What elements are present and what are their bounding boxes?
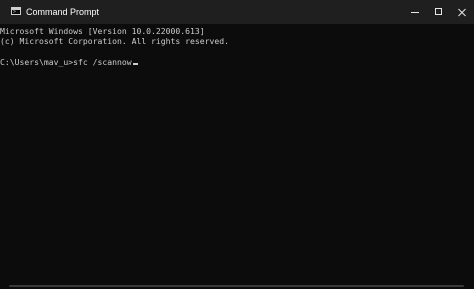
command-text: sfc /scannow xyxy=(73,57,132,67)
horizontal-scrollbar[interactable] xyxy=(9,285,464,287)
console-line-copyright: (c) Microsoft Corporation. All rights re… xyxy=(0,36,230,46)
cmd-icon: >_ xyxy=(11,7,21,15)
command-line[interactable]: C:\Users\mav_u>sfc /scannow xyxy=(0,57,138,67)
text-cursor xyxy=(132,63,138,65)
title-bar[interactable]: >_ Command Prompt xyxy=(0,0,474,24)
console-output[interactable]: Microsoft Windows [Version 10.0.22000.61… xyxy=(0,25,474,281)
command-prompt-window: >_ Command Prompt Microsoft Windows [Ver… xyxy=(0,0,474,289)
window-title: Command Prompt xyxy=(26,7,100,17)
minimize-button[interactable] xyxy=(403,0,427,24)
prompt-path: C:\Users\mav_u> xyxy=(0,57,74,67)
maximize-button[interactable] xyxy=(427,0,451,24)
console-line-version: Microsoft Windows [Version 10.0.22000.61… xyxy=(0,26,205,36)
minimize-icon xyxy=(411,12,419,13)
close-icon xyxy=(450,0,474,24)
close-button[interactable] xyxy=(450,0,474,24)
maximize-icon xyxy=(435,8,442,15)
